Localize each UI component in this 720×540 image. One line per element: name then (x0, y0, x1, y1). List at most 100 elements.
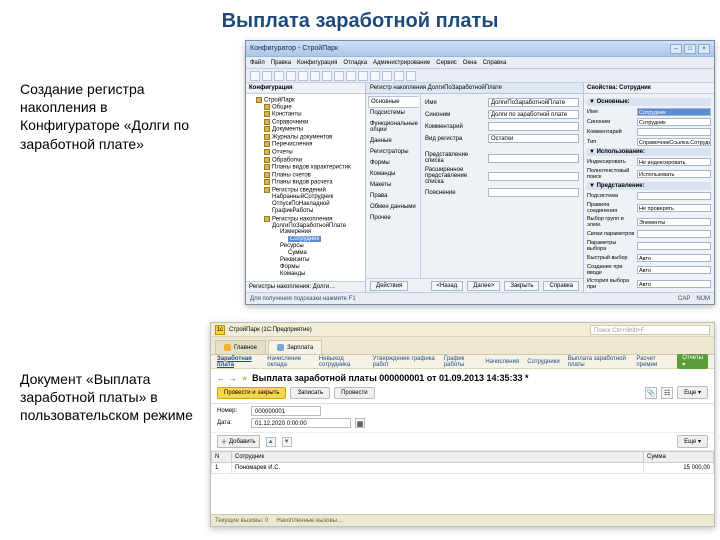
subtab-payout[interactable]: Выплата заработной платы (568, 356, 629, 368)
tab-rights[interactable]: Права (368, 191, 418, 202)
tree-node[interactable]: Перечисления (264, 141, 363, 149)
tab-subsystems[interactable]: Подсистемы (368, 108, 418, 119)
toolbar-button[interactable] (346, 71, 356, 81)
col-sum[interactable]: Сумма (644, 452, 714, 463)
input-synonym[interactable]: Долги по заработной плате (488, 110, 579, 119)
col-employee[interactable]: Сотрудник (232, 452, 644, 463)
move-down-icon[interactable]: ▼ (282, 437, 292, 447)
input-explain[interactable] (488, 188, 579, 197)
tree-dimension-item[interactable]: Сотрудник (288, 235, 363, 242)
tree-node[interactable]: Регистры сведений НабранныйСотрудник Отп… (264, 186, 363, 215)
toolbar-button[interactable] (382, 71, 392, 81)
tree-resource-item[interactable]: Сумма (288, 249, 363, 256)
menu-windows[interactable]: Окна (463, 60, 477, 66)
actions-button[interactable]: Действия (370, 281, 408, 291)
search-input[interactable]: Поиск Ctrl+Shift+F (590, 325, 710, 335)
prop-input-linksel[interactable] (637, 242, 711, 250)
tree-node-accum[interactable]: Регистры накопления ДолгиПоЗаработнойПла… (264, 215, 363, 279)
subtab-bonus[interactable]: Расчет премии (636, 356, 669, 368)
menu-config[interactable]: Конфигурация (297, 60, 337, 66)
tree-forms[interactable]: Формы (280, 264, 363, 271)
calendar-icon[interactable]: ▦ (355, 418, 365, 428)
subtab-schedule-approve[interactable]: Утверждение графика работ (373, 356, 436, 368)
subtab-schedule[interactable]: График работы (444, 356, 478, 368)
toolbar-button[interactable] (394, 71, 404, 81)
back-button[interactable]: <Назад (431, 281, 464, 291)
toolbar-button[interactable] (358, 71, 368, 81)
tab-commands[interactable]: Команды (368, 169, 418, 180)
toolbar-button[interactable] (406, 71, 416, 81)
prop-input-connect[interactable]: Не проверять (637, 204, 711, 212)
move-up-icon[interactable]: ▲ (266, 437, 276, 447)
toolbar-button[interactable] (298, 71, 308, 81)
prop-input-index[interactable]: Не индексировать (637, 158, 711, 166)
grid-more-button[interactable]: Еще ▾ (677, 435, 708, 448)
toolbar-button[interactable] (322, 71, 332, 81)
prop-input-comment[interactable] (637, 128, 711, 136)
toolbar-button[interactable] (370, 71, 380, 81)
subtab-absence[interactable]: Невыход сотрудника (319, 356, 365, 368)
help-button[interactable]: Справка (543, 281, 579, 291)
tab-templates[interactable]: Макеты (368, 180, 418, 191)
toolbar-button[interactable] (334, 71, 344, 81)
table-row[interactable]: 1 Пономарев И.С. 15 000,00 (212, 463, 714, 474)
prop-input-type[interactable]: СправочникСсылка.Сотрудники (637, 138, 711, 146)
prop-group-main[interactable]: ▼ Основные: (587, 98, 711, 106)
tree-commands[interactable]: Команды (280, 271, 363, 278)
add-button[interactable]: ＋Добавить (217, 435, 260, 448)
tab-exchange[interactable]: Обмен данными (368, 202, 418, 213)
prop-input-subsystem[interactable] (637, 192, 711, 200)
tree-attrs[interactable]: Реквизиты (280, 257, 363, 264)
fwd-arrow-icon[interactable]: → (229, 374, 237, 383)
close-button[interactable]: × (698, 44, 710, 54)
print-icon[interactable]: ☷ (661, 387, 673, 399)
toolbar-button[interactable] (310, 71, 320, 81)
favorite-icon[interactable]: ★ (241, 374, 248, 383)
minimize-button[interactable]: – (670, 44, 682, 54)
menu-help[interactable]: Справка (483, 60, 507, 66)
cell-employee[interactable]: Пономарев И.С. (232, 463, 644, 474)
prop-input-fastsel[interactable]: Авто (637, 254, 711, 262)
reports-button[interactable]: Отчеты ▾ (677, 354, 708, 369)
tree-node[interactable]: Отчеты (264, 149, 363, 157)
tree-node[interactable]: Справочники (264, 118, 363, 126)
prop-input-create[interactable]: Авто (637, 266, 711, 274)
tree-node[interactable]: Документы (264, 126, 363, 134)
tree-node[interactable]: Планы счетов (264, 171, 363, 179)
more-button[interactable]: Еще ▾ (677, 386, 708, 399)
toolbar-button[interactable] (286, 71, 296, 81)
tree-leaf[interactable]: ГрафикРаботы (272, 208, 363, 215)
prop-input-quickpick[interactable]: Элементы (637, 218, 711, 226)
post-button[interactable]: Провести (334, 387, 375, 399)
tree-leaf[interactable]: НабранныйСотрудник (272, 194, 363, 201)
toolbar-button[interactable] (274, 71, 284, 81)
subtab-salary[interactable]: Начисление оклада (267, 356, 311, 368)
tab-registrators[interactable]: Регистраторы (368, 147, 418, 158)
write-button[interactable]: Записать (290, 387, 330, 399)
tab-data[interactable]: Данные (368, 136, 418, 147)
tab-main[interactable]: Основные (368, 96, 419, 108)
input-name[interactable]: ДолгиПоЗаработнойПлате (488, 98, 579, 107)
tree-node[interactable]: Обработки (264, 156, 363, 164)
attach-icon[interactable]: 📎 (645, 387, 657, 399)
menu-admin[interactable]: Администрирование (373, 60, 430, 66)
input-extpresent[interactable] (488, 172, 579, 181)
close-editor-button[interactable]: Закрыть (504, 281, 539, 291)
toolbar-button[interactable] (250, 71, 260, 81)
tab-funcopts[interactable]: Функциональные опции (368, 119, 418, 136)
input-comment[interactable] (488, 122, 579, 131)
cell-n[interactable]: 1 (212, 463, 232, 474)
menu-file[interactable]: Файл (250, 60, 265, 66)
input-number[interactable]: 000000001 (251, 406, 321, 416)
cell-sum[interactable]: 15 000,00 (644, 463, 714, 474)
tree-node[interactable]: Журналы документов (264, 133, 363, 141)
tree-node[interactable]: Планы видов расчета (264, 179, 363, 187)
subtab-wage[interactable]: Заработная плата (217, 356, 259, 368)
subtab-accruals[interactable]: Начисления (485, 359, 519, 365)
prop-group-use[interactable]: ▼ Использование: (587, 148, 711, 156)
prop-input-synonym[interactable]: Сотрудник (637, 118, 711, 126)
tree-accum-reg[interactable]: ДолгиПоЗаработнойПлате Измерения Сотрудн… (272, 222, 363, 278)
prop-group-present[interactable]: ▼ Представление: (587, 182, 711, 190)
post-close-button[interactable]: Провести и закрыть (217, 387, 286, 399)
col-n[interactable]: N (212, 452, 232, 463)
